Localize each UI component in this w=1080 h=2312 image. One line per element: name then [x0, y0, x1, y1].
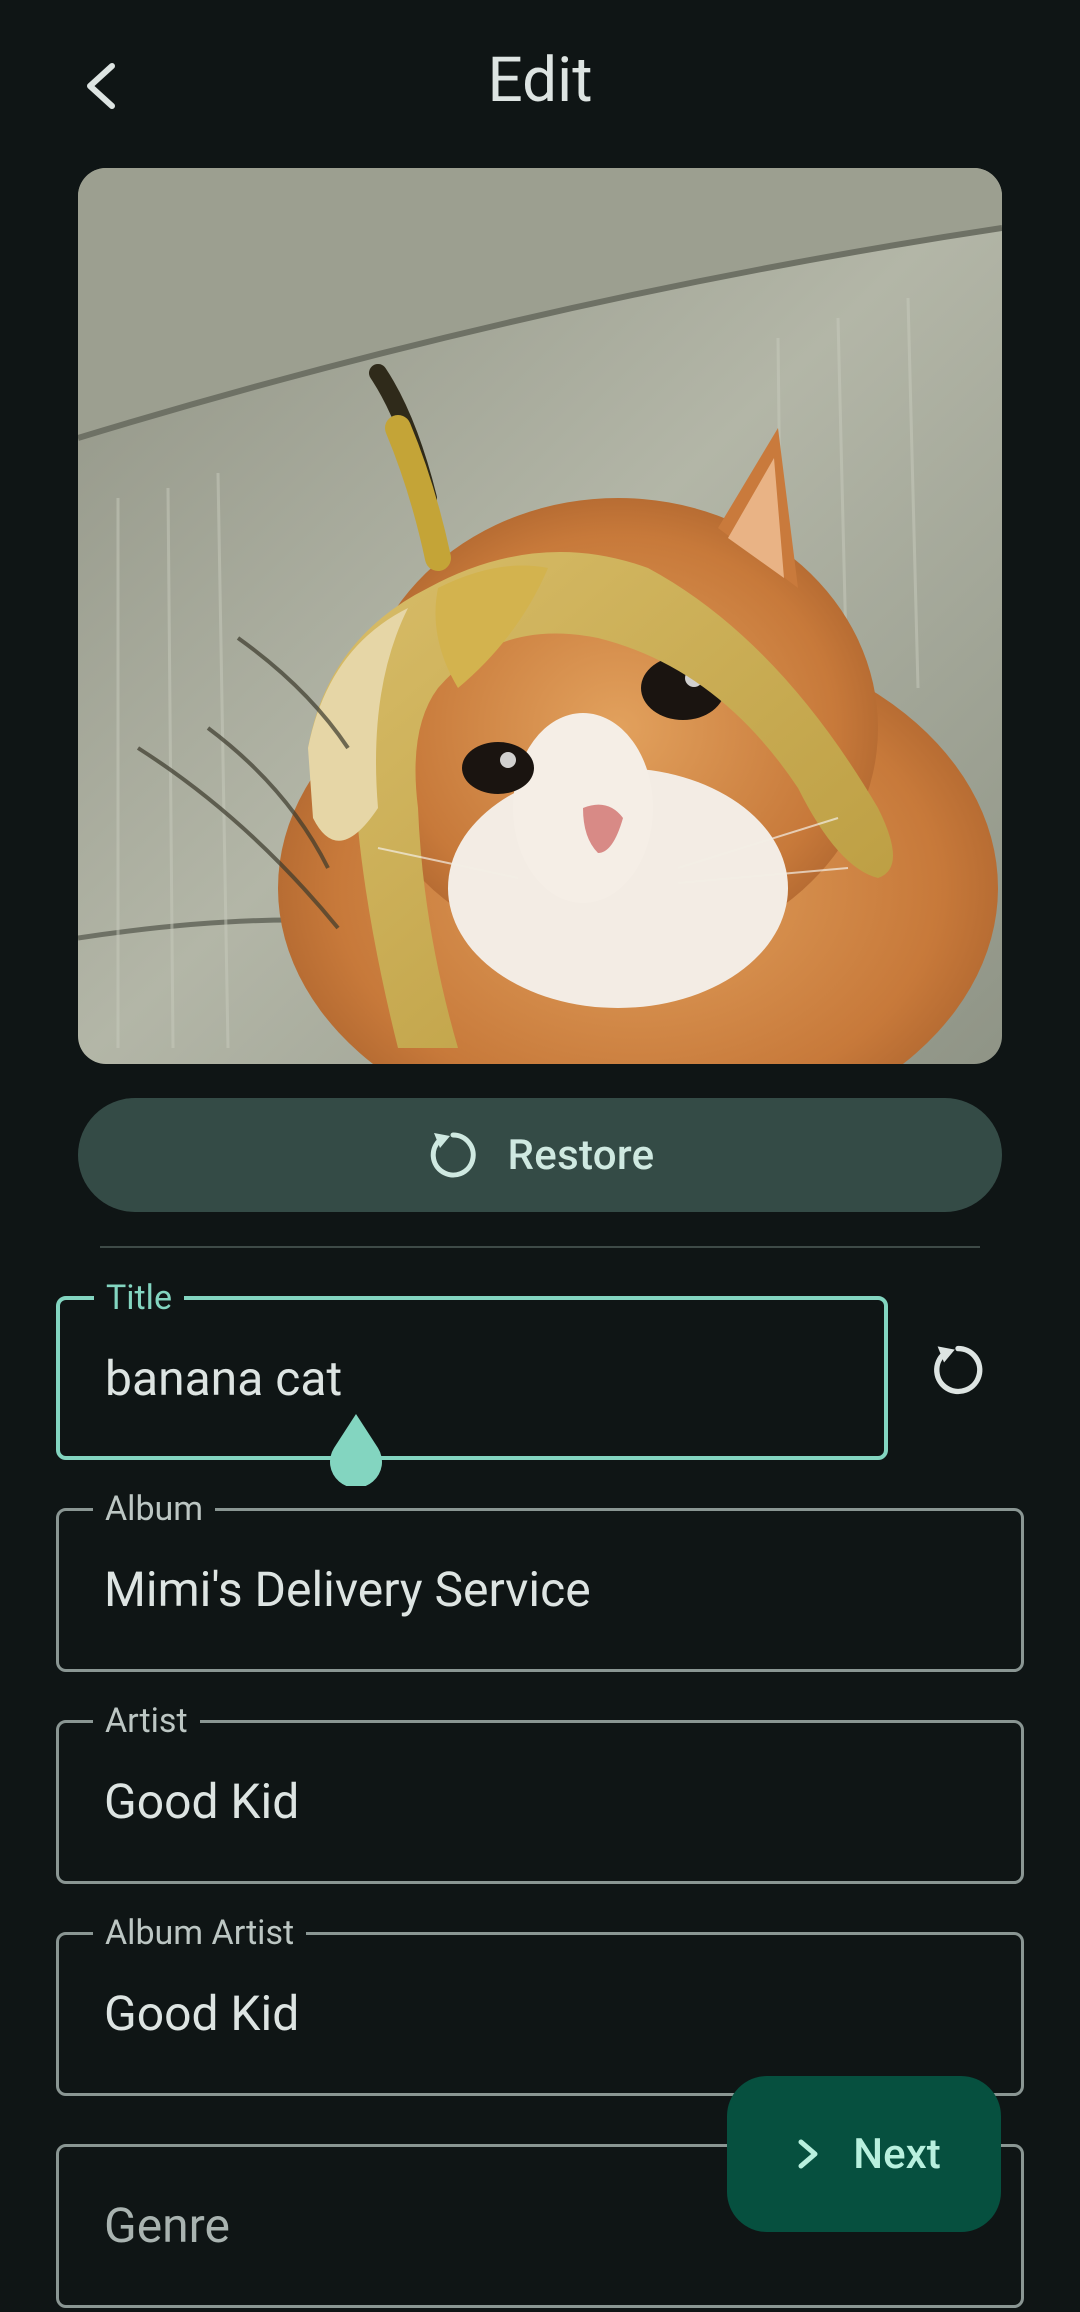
genre-field-placeholder[interactable]: Genre [104, 2197, 230, 2254]
restore-label: Restore [507, 1130, 655, 1180]
restore-icon [430, 1132, 476, 1178]
next-button[interactable]: Next [727, 2076, 1001, 2232]
page-title: Edit [487, 44, 593, 117]
album-field-value[interactable]: Mimi's Delivery Service [104, 1561, 591, 1618]
album-field-label: Album [93, 1487, 216, 1531]
restore-icon [934, 1345, 983, 1395]
divider [100, 1246, 980, 1248]
reset-title-button[interactable] [914, 1326, 1002, 1414]
top-app-bar: Edit [0, 0, 1080, 168]
text-cursor-handle[interactable] [326, 1414, 386, 1486]
artist-field[interactable]: Artist Good Kid [56, 1699, 1024, 1884]
title-field-value[interactable]: banana cat [105, 1350, 342, 1407]
next-label: Next [853, 2129, 941, 2179]
album-artist-field-label: Album Artist [93, 1911, 307, 1955]
restore-button[interactable]: Restore [78, 1098, 1002, 1212]
album-artwork[interactable] [78, 168, 1002, 1064]
artist-field-value[interactable]: Good Kid [104, 1773, 299, 1830]
album-field[interactable]: Album Mimi's Delivery Service [56, 1487, 1024, 1672]
edit-screen: Edit Restore Title banana cat Album Mimi… [0, 0, 1080, 2312]
album-artist-field-value[interactable]: Good Kid [104, 1985, 299, 2042]
album-art-image [78, 168, 1002, 1064]
title-field[interactable]: Title banana cat [56, 1276, 888, 1460]
album-artist-field[interactable]: Album Artist Good Kid [56, 1911, 1024, 2096]
artist-field-label: Artist [93, 1699, 200, 1743]
title-field-label: Title [94, 1276, 184, 1320]
chevron-right-icon [798, 2139, 818, 2169]
